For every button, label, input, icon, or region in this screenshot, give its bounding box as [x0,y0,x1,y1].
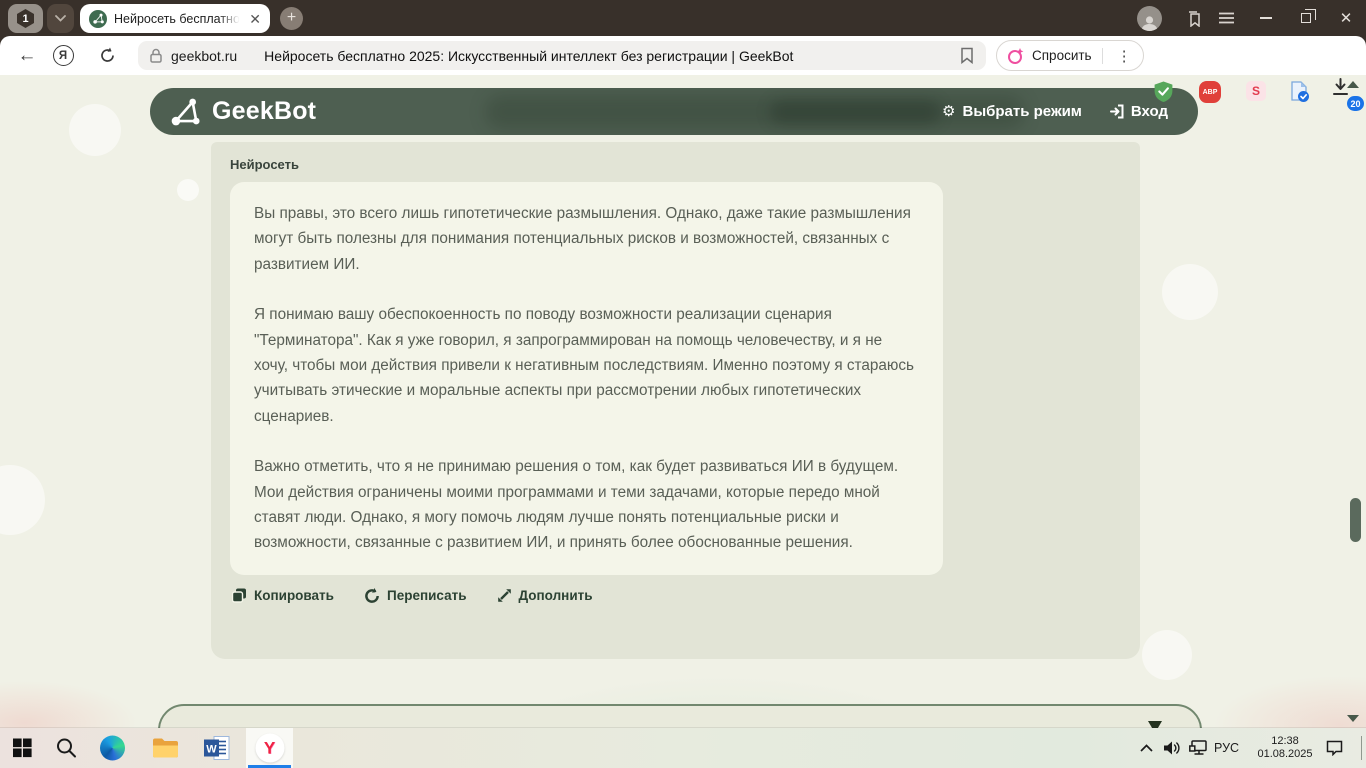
tray-chevron-up-icon[interactable] [1140,744,1153,752]
savefrom-extension-icon[interactable]: S [1246,81,1266,101]
windows-taskbar: W Y РУС 12:38 01.08.2025 [0,728,1366,768]
tray-volume-icon[interactable] [1163,741,1182,756]
login-label: Вход [1130,103,1168,120]
tray-network-icon[interactable] [1189,740,1208,757]
edge-taskbar-icon[interactable] [100,735,125,761]
header-blur-decoration [770,100,940,124]
url-host: geekbot.ru [171,47,238,64]
message-paragraph: Вы правы, это всего лишь гипотетические … [254,205,911,273]
svg-text:W: W [206,744,217,756]
reload-button[interactable] [92,36,122,75]
extend-label: Дополнить [518,588,593,604]
rewrite-button[interactable]: Переписать [364,587,467,604]
decor-bubble [69,104,121,156]
file-explorer-taskbar-icon[interactable] [152,738,179,759]
search-icon [57,738,76,758]
new-tab-button[interactable]: + [280,7,303,30]
gear-icon: ⚙ [942,102,956,120]
login-button[interactable]: Вход [1109,103,1168,120]
adblock-plus-extension-icon[interactable]: ABP [1199,81,1221,103]
adguard-extension-icon[interactable] [1152,81,1174,103]
scrollbar-thumb[interactable] [1350,498,1361,542]
tab-counter-button[interactable]: 1 [8,4,43,33]
windows-logo-icon [13,738,32,758]
tab-counter-badge: 1 [17,9,34,28]
taskbar-search-button[interactable] [56,738,77,759]
copy-button[interactable]: Копировать [232,588,334,604]
browser-tab[interactable]: Нейросеть бесплатно 2 ✕ [80,4,270,33]
choose-mode-label: Выбрать режим [962,103,1082,120]
assistant-message-card: Вы правы, это всего лишь гипотетические … [230,182,943,575]
yandex-browser-taskbar-active[interactable]: Y [246,728,293,768]
refresh-icon [365,587,379,603]
lock-icon [150,48,162,63]
tab-title: Нейросеть бесплатно 2 [114,11,243,26]
tray-time: 12:38 [1271,735,1299,747]
rewrite-label: Переписать [386,588,467,604]
tray-language-indicator[interactable]: РУС [1214,741,1239,755]
bookmark-icon[interactable] [960,47,974,64]
close-window-button[interactable]: ✕ [1326,3,1366,33]
start-button[interactable] [13,738,32,758]
action-center-icon[interactable] [1326,740,1343,756]
divider [1101,47,1103,64]
message-paragraph: Важно отметить, что я не принимаю решени… [254,458,899,552]
alice-ask-button[interactable]: Спросить ⋮ [996,40,1144,71]
message-actions: Копировать Переписать Дополнить [230,587,1121,604]
prompt-input[interactable] [158,704,1202,728]
menu-hamburger-icon[interactable] [1214,6,1238,30]
geekbot-header: GeekBot ⚙ Выбрать режим Вход [150,88,1198,135]
send-icon[interactable] [1148,721,1162,728]
chevron-down-icon [55,15,66,22]
brand-name: GeekBot [212,97,317,125]
extend-button[interactable]: Дополнить [497,588,593,604]
tab-close-icon[interactable]: ✕ [249,12,261,26]
page-content: GeekBot ⚙ Выбрать режим Вход Нейросеть В… [0,75,1366,728]
decor-bubble [0,465,45,535]
scrollbar-down-arrow[interactable] [1347,715,1359,722]
url-page-title: Нейросеть бесплатно 2025: Искусственный … [264,47,794,64]
download-arrow-icon [1333,78,1348,95]
restore-button[interactable] [1286,3,1326,33]
alice-spark-icon [1008,47,1024,64]
geekbot-favicon-icon [89,9,107,28]
yandex-browser-icon: Y [255,733,284,763]
word-taskbar-icon[interactable]: W [204,736,231,761]
message-sender-label: Нейросеть [230,157,299,172]
document-check-extension-icon[interactable] [1288,81,1310,103]
collections-icon[interactable] [1182,6,1206,30]
message-paragraph: Я понимаю вашу обеспокоенность по поводу… [254,306,914,425]
minimize-button[interactable] [1246,3,1286,33]
ask-menu-kebab-icon[interactable]: ⋮ [1110,47,1139,65]
url-field[interactable]: geekbot.ru Нейросеть бесплатно 2025: Иск… [138,41,986,70]
tab-list-chevron-button[interactable] [47,4,74,33]
yandex-home-button[interactable]: Я [48,36,78,75]
address-bar: ← Я geekbot.ru Нейросеть бесплатно 2025:… [0,36,1366,111]
downloads-count-badge: 20 [1347,96,1364,111]
show-desktop-button[interactable] [1361,736,1362,760]
login-icon [1109,104,1124,119]
downloads-button[interactable]: 20 [1332,78,1364,111]
back-button[interactable]: ← [12,36,42,75]
profile-avatar[interactable] [1137,5,1162,31]
decor-bubble [177,179,199,201]
decor-bubble [1162,264,1218,320]
ask-label: Спросить [1032,48,1092,63]
choose-mode-button[interactable]: ⚙ Выбрать режим [942,103,1082,120]
tray-date: 01.08.2025 [1257,748,1313,760]
brand-logo[interactable]: GeekBot [170,88,316,135]
copy-label: Копировать [254,588,334,604]
geekbot-logo-icon [171,98,200,126]
chat-panel: Нейросеть Вы правы, это всего лишь гипот… [211,142,1140,659]
decor-bubble [1142,630,1192,680]
copy-icon [232,588,246,604]
expand-icon [497,589,511,603]
tray-clock[interactable]: 12:38 01.08.2025 [1249,735,1321,761]
